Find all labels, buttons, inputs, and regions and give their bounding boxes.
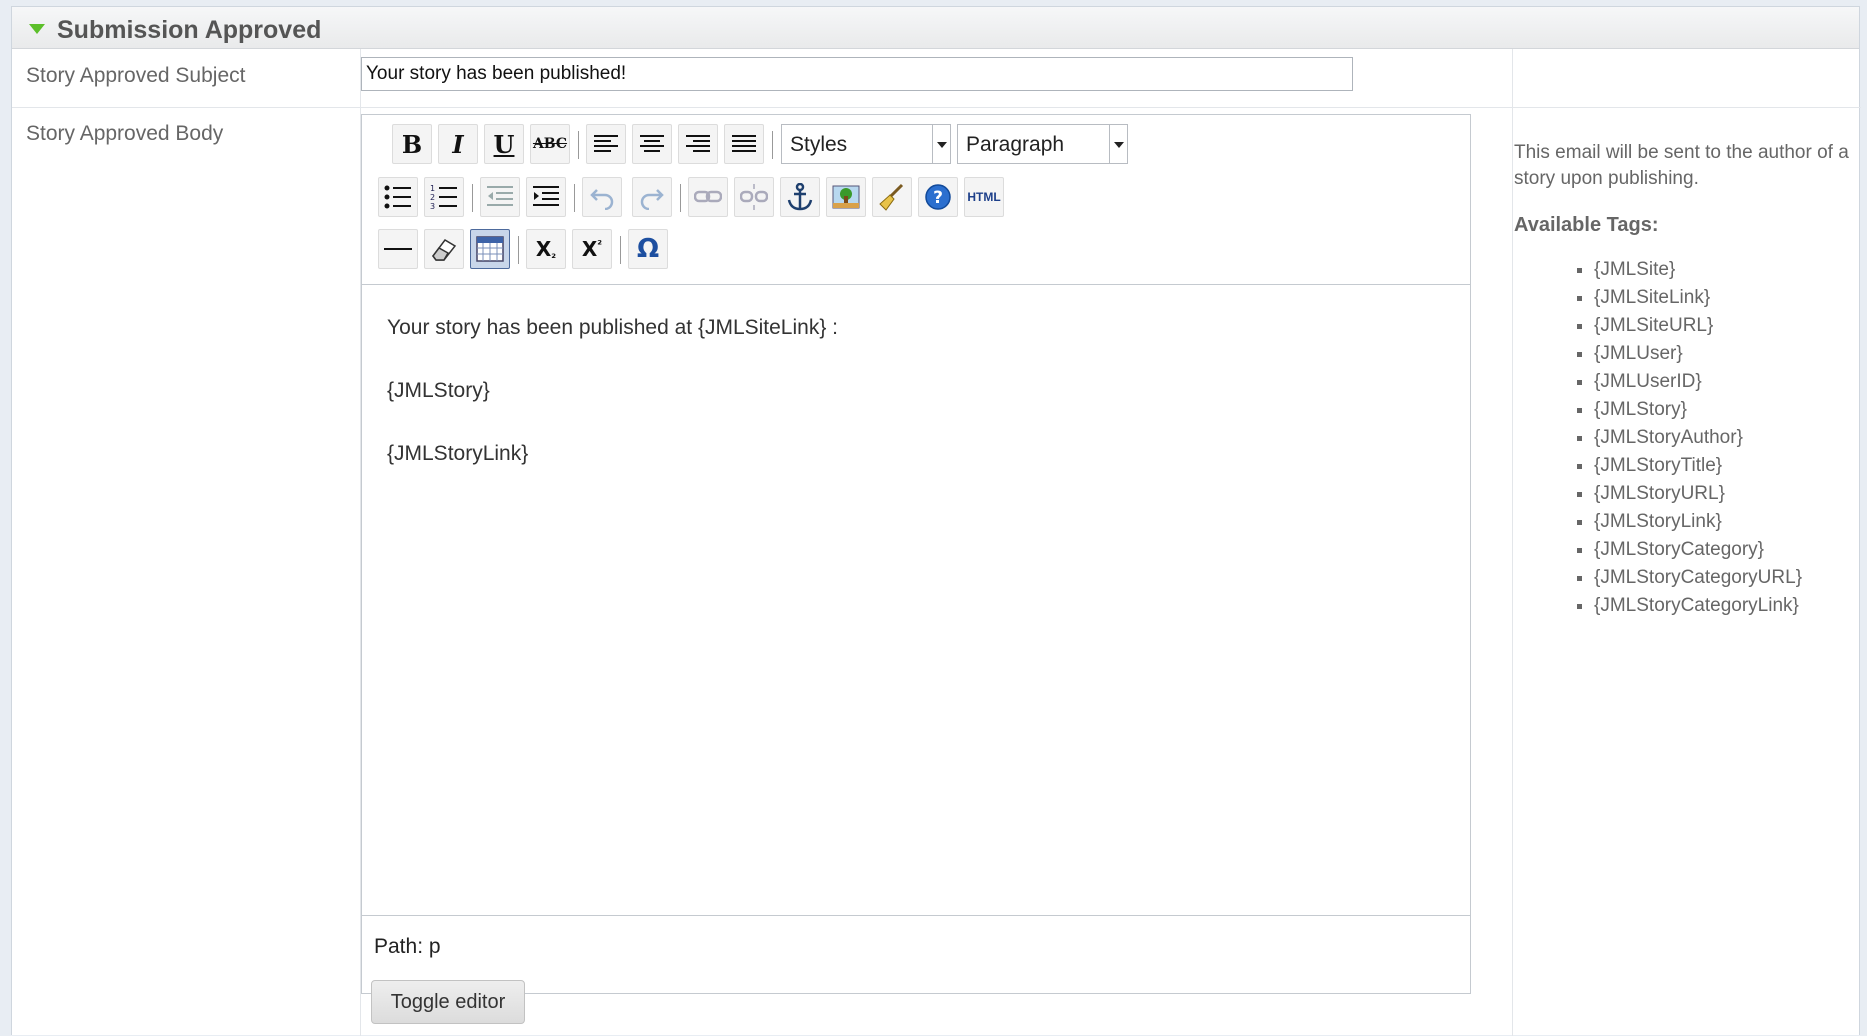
section-title: Submission Approved bbox=[57, 16, 322, 44]
element-path: Path: p bbox=[374, 935, 441, 958]
toolbar-separator bbox=[620, 236, 621, 264]
align-justify-icon bbox=[732, 135, 756, 152]
insert-link-button[interactable] bbox=[688, 177, 728, 217]
image-icon bbox=[832, 185, 860, 209]
broom-icon bbox=[879, 183, 904, 211]
align-justify-button[interactable] bbox=[724, 124, 764, 164]
remove-format-button[interactable] bbox=[424, 229, 464, 269]
help-button[interactable]: ? bbox=[918, 177, 958, 217]
toolbar-separator bbox=[578, 131, 579, 159]
content-line: {JMLStoryLink} bbox=[387, 442, 529, 465]
undo-icon bbox=[590, 189, 614, 210]
tag-item: {JMLStory} bbox=[1594, 396, 1854, 424]
indent-icon bbox=[533, 186, 559, 206]
align-left-button[interactable] bbox=[586, 124, 626, 164]
insert-image-button[interactable] bbox=[826, 177, 866, 217]
horizontal-rule-icon bbox=[384, 248, 412, 250]
italic-button[interactable]: I bbox=[438, 124, 478, 164]
svg-text:1: 1 bbox=[430, 184, 435, 193]
numbered-list-icon: 123 bbox=[430, 184, 457, 210]
unlink-icon bbox=[740, 184, 768, 210]
editor-toolbar: B I U ABC Styles Paragraph 123 ? HTML X … bbox=[362, 115, 1470, 285]
tag-item: {JMLSiteURL} bbox=[1594, 312, 1854, 340]
toolbar-separator bbox=[518, 236, 519, 264]
undo-button[interactable] bbox=[582, 177, 622, 217]
align-right-icon bbox=[686, 135, 710, 152]
cleanup-button[interactable] bbox=[872, 177, 912, 217]
tag-item: {JMLStoryAuthor} bbox=[1594, 424, 1854, 452]
styles-dropdown[interactable]: Styles bbox=[781, 124, 951, 164]
align-right-button[interactable] bbox=[678, 124, 718, 164]
html-source-button[interactable]: HTML bbox=[964, 177, 1004, 217]
align-center-icon bbox=[640, 135, 664, 152]
redo-icon bbox=[640, 189, 664, 210]
bold-button[interactable]: B bbox=[392, 124, 432, 164]
format-dropdown[interactable]: Paragraph bbox=[957, 124, 1128, 164]
bullet-list-icon bbox=[384, 185, 411, 209]
chevron-down-icon[interactable] bbox=[932, 125, 950, 163]
svg-text:2: 2 bbox=[430, 193, 435, 202]
subject-label: Story Approved Subject bbox=[26, 64, 246, 87]
chevron-down-icon[interactable] bbox=[1109, 125, 1127, 163]
content-line: Your story has been published at {JMLSit… bbox=[387, 316, 839, 339]
tag-item: {JMLUser} bbox=[1594, 340, 1854, 368]
visual-aid-button[interactable] bbox=[470, 229, 510, 269]
subject-input[interactable] bbox=[361, 57, 1353, 91]
available-tags-title: Available Tags: bbox=[1514, 214, 1659, 236]
expand-triangle-icon[interactable] bbox=[29, 24, 45, 34]
bullet-list-button[interactable] bbox=[378, 177, 418, 217]
styles-dropdown-label: Styles bbox=[790, 133, 848, 156]
superscript-button[interactable]: X² bbox=[572, 229, 612, 269]
align-left-icon bbox=[594, 135, 618, 152]
toolbar-separator bbox=[680, 184, 681, 212]
help-icon: ? bbox=[925, 184, 951, 210]
body-label: Story Approved Body bbox=[26, 122, 224, 145]
redo-button[interactable] bbox=[632, 177, 672, 217]
content-line: {JMLStory} bbox=[387, 379, 490, 402]
anchor-button[interactable] bbox=[780, 177, 820, 217]
underline-button[interactable]: U bbox=[484, 124, 524, 164]
tag-item: {JMLStoryCategory} bbox=[1594, 536, 1854, 564]
help-description: This email will be sent to the author of… bbox=[1514, 142, 1849, 189]
tag-item: {JMLSite} bbox=[1594, 256, 1854, 284]
tag-item: {JMLStoryURL} bbox=[1594, 480, 1854, 508]
editor-status-bar: Path: p bbox=[362, 915, 1470, 993]
column-divider bbox=[1512, 49, 1513, 1036]
toolbar-separator bbox=[574, 184, 575, 212]
table-grid-icon bbox=[476, 236, 504, 262]
section-header[interactable]: Submission Approved bbox=[12, 7, 1859, 49]
tag-item: {JMLStoryLink} bbox=[1594, 508, 1854, 536]
anchor-icon bbox=[787, 183, 813, 211]
subscript-button[interactable]: X₂ bbox=[526, 229, 566, 269]
strikethrough-button[interactable]: ABC bbox=[530, 124, 570, 164]
svg-text:3: 3 bbox=[430, 202, 435, 210]
horizontal-rule-button[interactable] bbox=[378, 229, 418, 269]
tags-list: {JMLSite} {JMLSiteLink} {JMLSiteURL} {JM… bbox=[1514, 256, 1854, 620]
format-dropdown-label: Paragraph bbox=[966, 133, 1065, 156]
numbered-list-button[interactable]: 123 bbox=[424, 177, 464, 217]
tag-item: {JMLSiteLink} bbox=[1594, 284, 1854, 312]
rich-text-editor: B I U ABC Styles Paragraph 123 ? HTML X … bbox=[361, 114, 1471, 994]
outdent-button[interactable] bbox=[480, 177, 520, 217]
row-divider bbox=[12, 107, 1861, 108]
indent-button[interactable] bbox=[526, 177, 566, 217]
outdent-icon bbox=[487, 186, 513, 206]
editor-content[interactable]: Your story has been published at {JMLSit… bbox=[362, 285, 1470, 915]
toggle-editor-button[interactable]: Toggle editor bbox=[371, 980, 525, 1024]
svg-text:?: ? bbox=[933, 188, 943, 208]
unlink-button[interactable] bbox=[734, 177, 774, 217]
tag-item: {JMLStoryTitle} bbox=[1594, 452, 1854, 480]
tag-item: {JMLStoryCategoryLink} bbox=[1594, 592, 1854, 620]
toolbar-separator bbox=[472, 184, 473, 212]
toolbar-separator bbox=[772, 131, 773, 159]
tag-item: {JMLStoryCategoryURL} bbox=[1594, 564, 1854, 592]
link-icon bbox=[694, 190, 722, 203]
special-character-button[interactable]: Ω bbox=[628, 229, 668, 269]
align-center-button[interactable] bbox=[632, 124, 672, 164]
help-panel: This email will be sent to the author of… bbox=[1514, 140, 1854, 620]
tag-item: {JMLUserID} bbox=[1594, 368, 1854, 396]
eraser-icon bbox=[432, 239, 457, 261]
